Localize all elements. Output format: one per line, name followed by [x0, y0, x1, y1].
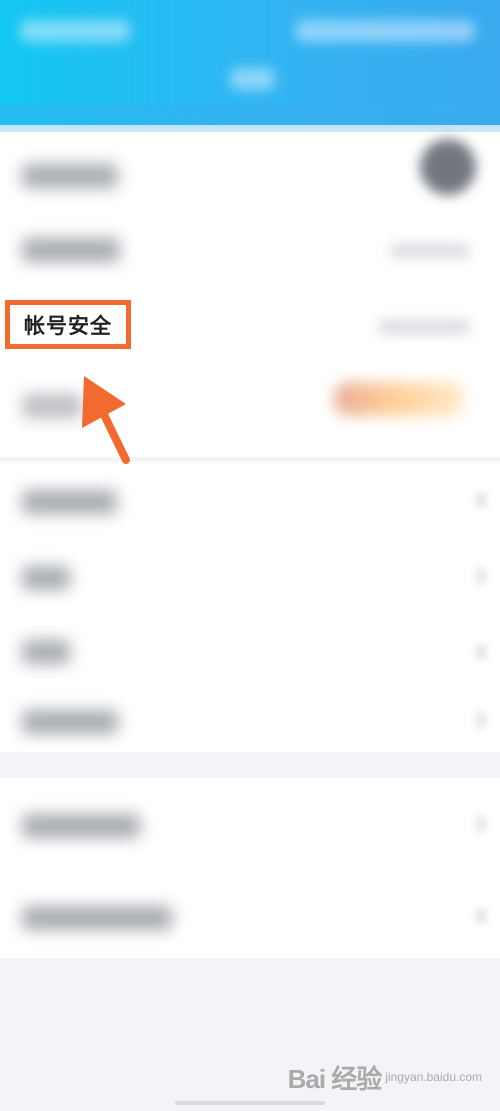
row-setting-b-label	[22, 566, 70, 590]
settings-card-3	[0, 778, 500, 958]
home-indicator	[175, 1101, 325, 1105]
row-nickname-label	[22, 238, 120, 262]
row-setting-c[interactable]	[0, 614, 500, 690]
vip-badge[interactable]	[334, 382, 464, 416]
chevron-right-icon	[476, 816, 486, 832]
row-setting-d[interactable]	[0, 690, 500, 752]
row-setting-a[interactable]	[0, 462, 500, 538]
chevron-right-icon	[476, 492, 486, 508]
chevron-right-icon	[476, 712, 486, 728]
header-action-area[interactable]	[295, 20, 475, 42]
row-avatar-label	[22, 164, 118, 188]
row-nickname[interactable]	[0, 212, 500, 288]
chevron-right-icon	[476, 568, 486, 584]
app-header	[0, 0, 500, 145]
annotation-arrow-icon	[82, 376, 130, 464]
account-security-label: 帐号安全	[24, 313, 112, 338]
row-setting-b[interactable]	[0, 538, 500, 614]
watermark-sub: jingyan.baidu.com	[385, 1069, 482, 1084]
settings-card-2	[0, 462, 500, 752]
header-title	[230, 68, 275, 90]
avatar[interactable]	[420, 139, 476, 195]
row-setting-d-label	[22, 710, 118, 734]
row-setting-e-label	[22, 814, 140, 838]
baidu-watermark: Bai 经验 jingyan.baidu.com	[288, 1057, 482, 1097]
row-account-security-value	[378, 320, 470, 334]
row-setting-f-label	[22, 906, 172, 930]
header-back-button[interactable]	[20, 20, 130, 42]
chevron-right-icon	[476, 908, 486, 924]
row-nickname-value	[390, 244, 470, 258]
row-setting-f[interactable]	[0, 878, 500, 954]
watermark-brand: Bai 经验	[287, 1063, 383, 1094]
row-setting-a-label	[22, 490, 117, 514]
chevron-right-icon	[476, 644, 486, 660]
account-security-highlight[interactable]: 帐号安全	[5, 300, 131, 349]
row-setting-e[interactable]	[0, 786, 500, 862]
row-setting-c-label	[22, 640, 70, 664]
